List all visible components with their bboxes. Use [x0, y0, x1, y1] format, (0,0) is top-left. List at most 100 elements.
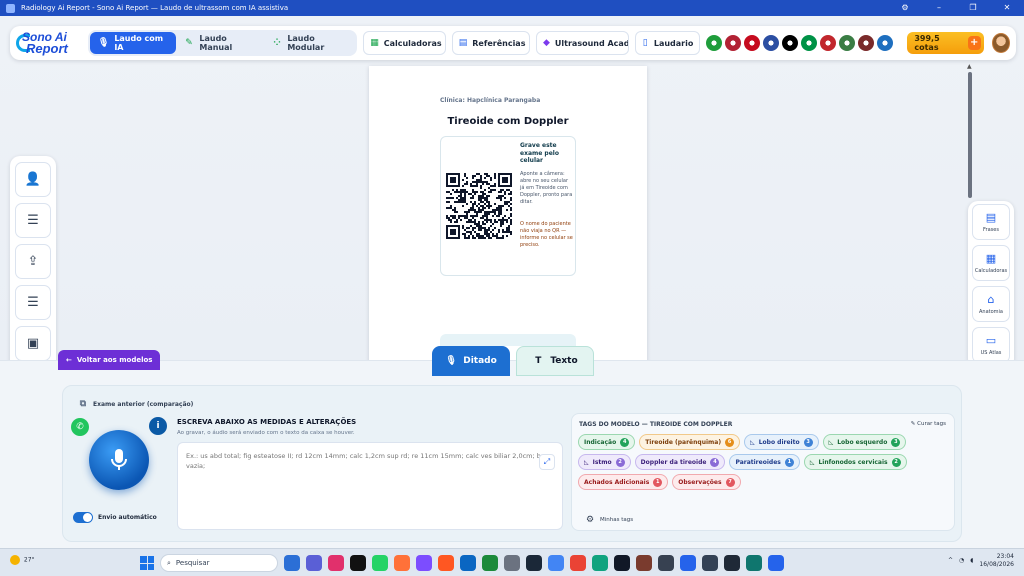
- qr-code[interactable]: [446, 173, 512, 239]
- sidebar-button-0[interactable]: 👤: [15, 162, 51, 197]
- tag-chip[interactable]: Paratireoides 1: [729, 454, 800, 470]
- nav-calculadoras[interactable]: ▦ Calculadoras: [363, 31, 446, 55]
- scrollbar-thumb[interactable]: [968, 72, 972, 198]
- taskbar-app-icon-9[interactable]: [482, 555, 498, 571]
- nav-referencias[interactable]: ▤ Referências: [451, 31, 530, 55]
- whatsapp-icon[interactable]: ✆: [71, 418, 89, 436]
- taskbar-app-icon-22[interactable]: [768, 555, 784, 571]
- volume-icon[interactable]: ◖: [970, 557, 973, 564]
- tool-anatomia[interactable]: ⌂ Anatomia: [972, 286, 1010, 322]
- wifi-icon[interactable]: ◔: [959, 557, 964, 564]
- nav-ultrasound-academy[interactable]: ◆ Ultrasound Academ: [535, 31, 629, 55]
- back-to-models-button[interactable]: ← Voltar aos modelos: [58, 350, 161, 370]
- settings-icon[interactable]: ⚙: [888, 0, 922, 16]
- language-flag-0[interactable]: [706, 35, 723, 51]
- scroll-up-icon[interactable]: ▲: [967, 63, 972, 70]
- tab-texto[interactable]: T Texto: [516, 346, 594, 376]
- credits-badge[interactable]: 399,5 cotas +: [907, 32, 984, 54]
- language-flag-5[interactable]: [801, 35, 818, 51]
- taskbar-app-icon-20[interactable]: [724, 555, 740, 571]
- maximize-button[interactable]: ❐: [956, 0, 990, 16]
- taskbar-app-icon-12[interactable]: [548, 555, 564, 571]
- sidebar-button-3[interactable]: ☰: [15, 285, 51, 320]
- tag-chip[interactable]: Doppler da tireoide 4: [634, 454, 726, 470]
- taskbar-app-icon-3[interactable]: [350, 555, 366, 571]
- tag-chip[interactable]: Tireoide (parênquima) 6: [639, 434, 741, 450]
- chevron-up-icon[interactable]: ^: [948, 557, 953, 564]
- language-flag-8[interactable]: [858, 35, 875, 51]
- curate-tags-button[interactable]: ✎ Curar tags: [911, 421, 946, 427]
- minimize-button[interactable]: –: [922, 0, 956, 16]
- sidebar-button-2[interactable]: ⇪: [15, 244, 51, 279]
- tag-count: 3: [803, 437, 813, 447]
- expand-icon[interactable]: ⤢: [539, 454, 555, 470]
- taskbar-app-icon-10[interactable]: [504, 555, 520, 571]
- user-avatar[interactable]: [991, 33, 1010, 53]
- sono-ai-report-logo[interactable]: Sono Ai Report: [16, 30, 82, 56]
- sidebar-button-4[interactable]: ▣: [15, 326, 51, 361]
- taskbar-app-icon-1[interactable]: [306, 555, 322, 571]
- tab-ditado[interactable]: 🎙 Ditado: [432, 346, 510, 376]
- taskbar-app-icon-0[interactable]: [284, 555, 300, 571]
- app-stage: Sono Ai Report 🎙 Laudo com IA ✎ Laudo Ma…: [0, 16, 1024, 548]
- mode-laudo-modular[interactable]: ⁘ Laudo Modular: [264, 32, 356, 54]
- nav-laudario[interactable]: ▯ Laudario: [634, 31, 701, 55]
- taskbar-app-icon-7[interactable]: [438, 555, 454, 571]
- language-flag-9[interactable]: [877, 35, 894, 51]
- tool-frases[interactable]: ▤ Frases: [972, 204, 1010, 240]
- previous-exam-toggle[interactable]: ⧉ Exame anterior (comparação): [77, 398, 194, 410]
- add-credits-button[interactable]: +: [967, 36, 981, 50]
- collapsed-section: [440, 334, 576, 346]
- clock[interactable]: 23:04 16/08/2026: [979, 553, 1014, 569]
- calculator-icon: ▦: [985, 252, 997, 265]
- taskbar-search[interactable]: ⌕ Pesquisar: [160, 554, 278, 572]
- taskbar-app-icon-19[interactable]: [702, 555, 718, 571]
- taskbar-app-icon-21[interactable]: [746, 555, 762, 571]
- taskbar-app-icon-14[interactable]: [592, 555, 608, 571]
- taskbar-app-icon-13[interactable]: [570, 555, 586, 571]
- tag-chip[interactable]: Indicação 4: [578, 434, 636, 450]
- record-microphone-button[interactable]: [89, 430, 149, 490]
- tag-label: Paratireoides: [735, 458, 781, 466]
- taskbar-app-icon-2[interactable]: [328, 555, 344, 571]
- taskbar-app-icon-17[interactable]: [658, 555, 674, 571]
- tool-us-atlas[interactable]: ▭ US Atlas: [972, 327, 1010, 363]
- microphone-icon: 🎙: [97, 38, 110, 48]
- tag-chip[interactable]: Observações 7: [672, 474, 741, 490]
- taskbar-app-icon-8[interactable]: [460, 555, 476, 571]
- dictation-textarea[interactable]: [177, 442, 563, 530]
- tag-chip[interactable]: ◺ Lobo direito 3: [744, 434, 819, 450]
- sun-icon: [10, 555, 20, 565]
- windows-start-icon[interactable]: [140, 556, 154, 570]
- language-flag-7[interactable]: [839, 35, 856, 51]
- taskbar-app-icon-5[interactable]: [394, 555, 410, 571]
- tag-chip[interactable]: ◺ Linfonodos cervicais 2: [803, 454, 907, 470]
- taskbar-app-icon-11[interactable]: [526, 555, 542, 571]
- info-icon[interactable]: i: [149, 417, 167, 435]
- system-tray: ^ ◔ ◖ 23:04 16/08/2026: [948, 553, 1014, 569]
- language-flag-1[interactable]: [725, 35, 742, 51]
- toggle-switch[interactable]: [73, 512, 93, 523]
- weather-widget[interactable]: 27°: [10, 555, 35, 565]
- tool-calculadoras[interactable]: ▦ Calculadoras: [972, 245, 1010, 281]
- tag-chip[interactable]: ◺ Istmo 2: [578, 454, 631, 470]
- close-button[interactable]: ✕: [990, 0, 1024, 16]
- document-scrollbar[interactable]: ▲: [967, 63, 973, 198]
- taskbar-app-icon-6[interactable]: [416, 555, 432, 571]
- taskbar-app-icon-4[interactable]: [372, 555, 388, 571]
- tag-chip[interactable]: Achados Adicionais 1: [578, 474, 669, 490]
- language-flag-3[interactable]: [763, 35, 780, 51]
- tag-count: 7: [725, 477, 735, 487]
- language-flag-6[interactable]: [820, 35, 837, 51]
- auto-send-toggle[interactable]: Envio automático: [73, 512, 157, 523]
- tag-chip[interactable]: ◺ Lobo esquerdo 3: [822, 434, 907, 450]
- sidebar-button-1[interactable]: ☰: [15, 203, 51, 238]
- taskbar-app-icon-18[interactable]: [680, 555, 696, 571]
- mode-laudo-manual[interactable]: ✎ Laudo Manual: [176, 32, 264, 54]
- language-flag-2[interactable]: [744, 35, 761, 51]
- my-tags-button[interactable]: ⚙ Minhas tags: [584, 514, 633, 526]
- language-flag-4[interactable]: [782, 35, 799, 51]
- mode-laudo-com-ia[interactable]: 🎙 Laudo com IA: [89, 32, 176, 54]
- taskbar-app-icon-16[interactable]: [636, 555, 652, 571]
- taskbar-app-icon-15[interactable]: [614, 555, 630, 571]
